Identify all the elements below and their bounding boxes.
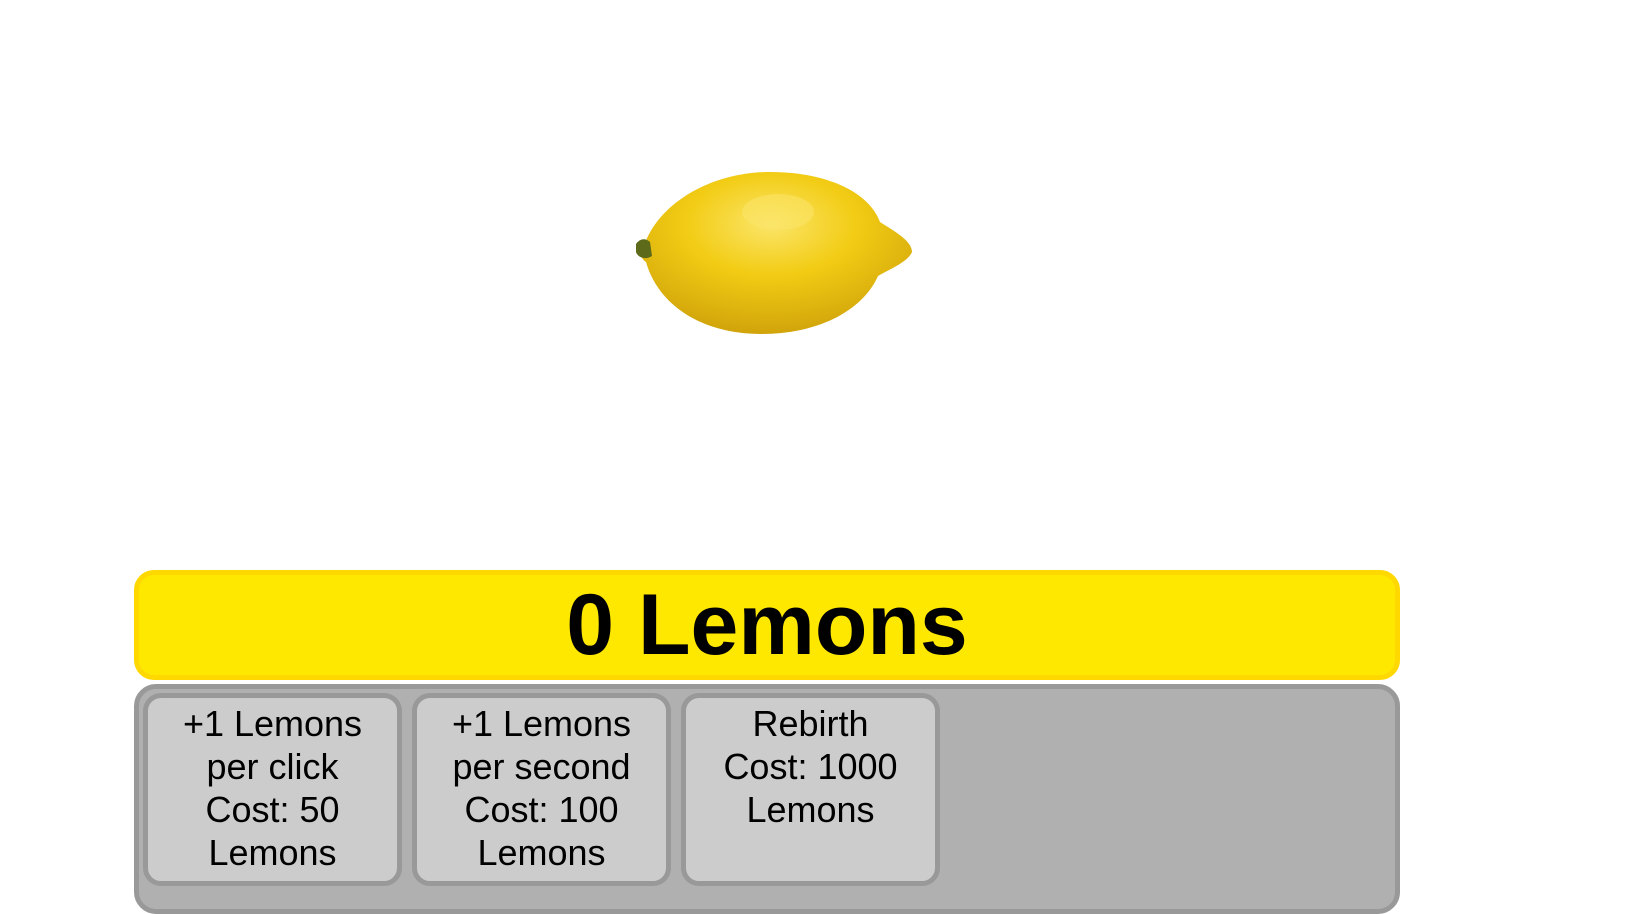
lemon-count-label: 0 Lemons: [566, 577, 968, 673]
upgrade-title: +1 Lemons: [182, 703, 363, 744]
upgrade-title: Rebirth: [752, 703, 869, 744]
upgrade-per-click-button[interactable]: +1 Lemons per click Cost: 50 Lemons: [143, 693, 402, 886]
upgrade-unit: Lemons: [477, 832, 606, 873]
upgrade-desc: per second: [452, 746, 631, 787]
upgrade-unit: Lemons: [746, 789, 875, 830]
upgrade-cost: Cost: 100: [464, 789, 619, 830]
upgrade-unit: Lemons: [208, 832, 337, 873]
upgrade-desc: per click: [206, 746, 339, 787]
upgrade-cost: Cost: 50: [205, 789, 340, 830]
upgrade-per-second-button[interactable]: +1 Lemons per second Cost: 100 Lemons: [412, 693, 671, 886]
lemon-click-target[interactable]: [630, 164, 920, 340]
upgrade-title: +1 Lemons: [451, 703, 632, 744]
lemon-counter: 0 Lemons: [134, 570, 1400, 680]
upgrade-shop: +1 Lemons per click Cost: 50 Lemons +1 L…: [134, 684, 1400, 914]
lemon-icon[interactable]: [630, 164, 920, 340]
rebirth-button[interactable]: Rebirth Cost: 1000 Lemons: [681, 693, 940, 886]
upgrade-cost: Cost: 1000: [723, 746, 898, 787]
